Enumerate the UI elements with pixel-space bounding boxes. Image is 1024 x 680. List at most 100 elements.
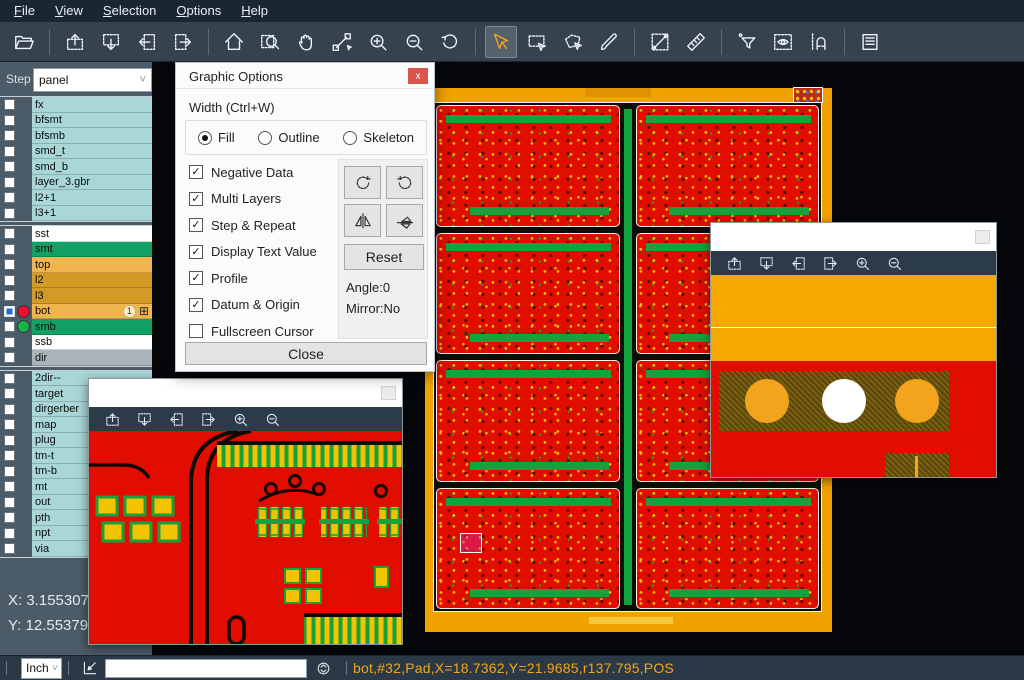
option-profile[interactable]: ✓Profile	[189, 265, 317, 292]
option-multi-layers[interactable]: ✓Multi Layers	[189, 186, 317, 213]
layer-label[interactable]: top	[32, 257, 152, 273]
menu-help[interactable]: Help	[231, 0, 278, 22]
layer-row[interactable]: l2+1	[0, 190, 152, 206]
rotate-ccw-button[interactable]	[386, 166, 423, 199]
layer-label[interactable]: smd_b	[32, 159, 152, 175]
select-cursor-button[interactable]	[485, 26, 517, 58]
option-negative-data[interactable]: ✓Negative Data	[189, 159, 317, 186]
layer-visibility-checkbox[interactable]	[4, 99, 15, 110]
close-button[interactable]: Close	[185, 342, 427, 365]
layer-row[interactable]: l3	[0, 288, 152, 304]
pan-left-button[interactable]	[131, 26, 163, 58]
layer-label[interactable]: l2	[32, 273, 152, 289]
window-button[interactable]	[381, 386, 396, 400]
measure-line-button[interactable]	[644, 26, 676, 58]
layer-visibility-checkbox[interactable]	[4, 244, 15, 255]
radio-outline[interactable]: Outline	[258, 130, 319, 145]
zoom-out-button[interactable]	[398, 26, 430, 58]
layer-row[interactable]: dir	[0, 350, 152, 366]
pan-down-button[interactable]	[753, 252, 779, 274]
pan-up-button[interactable]	[59, 26, 91, 58]
pan-down-button[interactable]	[131, 408, 157, 430]
option-step-repeat[interactable]: ✓Step & Repeat	[189, 212, 317, 239]
layer-row[interactable]: smb	[0, 319, 152, 335]
layer-row[interactable]: fx	[0, 97, 152, 113]
mirror-horizontal-button[interactable]	[344, 204, 381, 237]
pan-down-button[interactable]	[95, 26, 127, 58]
layer-row[interactable]: sst	[0, 226, 152, 242]
layer-visibility-checkbox[interactable]	[4, 404, 15, 415]
pan-up-button[interactable]	[99, 408, 125, 430]
layer-visibility-checkbox[interactable]	[4, 497, 15, 508]
radio-dot[interactable]	[343, 131, 357, 145]
brush-button[interactable]	[593, 26, 625, 58]
checkbox[interactable]: ✓	[189, 271, 203, 285]
pan-right-button[interactable]	[195, 408, 221, 430]
layer-visibility-checkbox[interactable]	[4, 466, 15, 477]
layer-visibility-checkbox[interactable]	[4, 352, 15, 363]
mirror-diagonal-button[interactable]	[386, 204, 423, 237]
pan-hand-button[interactable]	[290, 26, 322, 58]
layer-visibility-checkbox[interactable]	[4, 290, 15, 301]
open-folder-button[interactable]	[8, 26, 40, 58]
radio-skeleton[interactable]: Skeleton	[343, 130, 414, 145]
checkbox[interactable]: ✓	[189, 165, 203, 179]
pan-left-button[interactable]	[785, 252, 811, 274]
zoom-in-button[interactable]	[362, 26, 394, 58]
zoom-window-button[interactable]	[254, 26, 286, 58]
layer-row[interactable]: bfsmt	[0, 113, 152, 129]
select-poly-button[interactable]	[557, 26, 589, 58]
layer-visibility-checkbox[interactable]	[4, 528, 15, 539]
dialog-title-bar[interactable]: Graphic Options x	[176, 63, 434, 89]
ruler-button[interactable]	[680, 26, 712, 58]
close-icon[interactable]: x	[408, 68, 428, 84]
layer-label[interactable]: sst	[32, 226, 152, 242]
layer-row[interactable]: l2	[0, 273, 152, 289]
zoom-in-button[interactable]	[849, 252, 875, 274]
layer-visibility-checkbox[interactable]	[4, 481, 15, 492]
option-datum-origin[interactable]: ✓Datum & Origin	[189, 292, 317, 319]
home-button[interactable]	[218, 26, 250, 58]
layer-visibility-checkbox[interactable]	[4, 192, 15, 203]
select-rect-button[interactable]	[521, 26, 553, 58]
layer-visibility-checkbox[interactable]	[4, 146, 15, 157]
radio-fill[interactable]: Fill	[198, 130, 235, 145]
checkbox[interactable]: ✓	[189, 192, 203, 206]
step-select[interactable]: panel ˅	[33, 68, 152, 92]
layer-visibility-checkbox[interactable]	[4, 543, 15, 554]
layer-visibility-checkbox[interactable]	[4, 208, 15, 219]
reset-button[interactable]: Reset	[344, 244, 424, 270]
zoom-in-button[interactable]	[227, 408, 253, 430]
rotate-cw-button[interactable]	[344, 166, 381, 199]
option-fullscreen-cursor[interactable]: Fullscreen Cursor	[189, 318, 317, 345]
layer-grid-icon[interactable]: ⊞	[139, 305, 149, 318]
layer-label[interactable]: l2+1	[32, 190, 152, 206]
layer-visibility-checkbox[interactable]	[4, 228, 15, 239]
layer-visibility-checkbox[interactable]	[4, 512, 15, 523]
command-input[interactable]	[105, 659, 307, 678]
pan-right-button[interactable]	[817, 252, 843, 274]
measure-node-button[interactable]	[326, 26, 358, 58]
layer-visibility-checkbox[interactable]	[4, 115, 15, 126]
layer-visibility-checkbox[interactable]	[4, 450, 15, 461]
layer-visibility-checkbox[interactable]	[4, 419, 15, 430]
radio-dot[interactable]	[258, 131, 272, 145]
sync-icon[interactable]	[315, 660, 332, 677]
zoom-previous-button[interactable]	[434, 26, 466, 58]
filter-button[interactable]	[731, 26, 763, 58]
menu-options[interactable]: Options	[166, 0, 231, 22]
layer-row[interactable]: bfsmb	[0, 128, 152, 144]
layer-label[interactable]: l3+1	[32, 206, 152, 222]
layer-row[interactable]: l3+1	[0, 206, 152, 222]
layer-label[interactable]: bfsmt	[32, 113, 152, 129]
layer-label[interactable]: ssb	[32, 335, 152, 351]
layer-row[interactable]: ssb	[0, 335, 152, 351]
option-display-text-value[interactable]: ✓Display Text Value	[189, 239, 317, 266]
checkbox[interactable]: ✓	[189, 298, 203, 312]
view-options-button[interactable]	[767, 26, 799, 58]
layer-label[interactable]: dir	[32, 350, 152, 366]
checkbox[interactable]: ✓	[189, 218, 203, 232]
layer-label[interactable]: layer_3.gbr	[32, 175, 152, 191]
unit-select[interactable]: Inch ˅	[21, 658, 62, 679]
checkbox[interactable]	[189, 324, 203, 338]
